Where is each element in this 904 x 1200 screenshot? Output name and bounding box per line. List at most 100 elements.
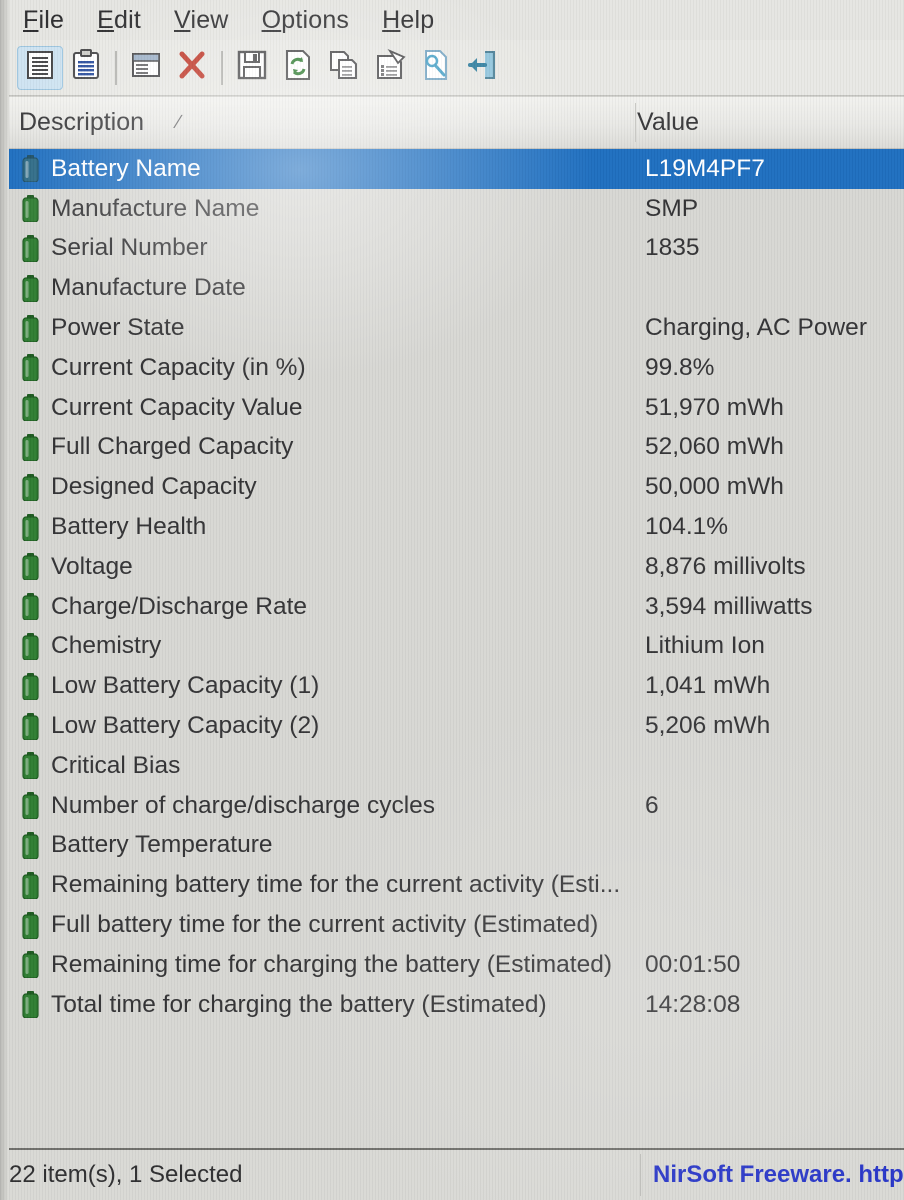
properties-window-button[interactable] [123,46,169,90]
open-export-icon [465,48,499,87]
row-description: Total time for charging the battery (Est… [51,990,547,1018]
row-description: Current Capacity (in %) [51,353,306,381]
battery-icon [21,871,40,899]
row-value: 14:28:08 [645,990,741,1018]
column-divider[interactable] [635,103,636,142]
row-value: 1835 [645,234,700,262]
row-value: 8,876 millivolts [645,552,806,580]
menu-label-help: elp [400,5,435,34]
battery-icon [21,831,40,859]
refresh-button[interactable] [275,46,321,90]
table-row[interactable]: Number of charge/discharge cycles 6 [9,786,904,826]
table-row[interactable]: Battery Name L19M4PF7 [9,149,904,189]
menu-item-help[interactable]: Help [382,6,434,35]
battery-icon [21,712,40,740]
toolbar [9,40,904,96]
table-row[interactable]: Low Battery Capacity (2) 5,206 mWh [9,706,904,746]
row-description: Charge/Discharge Rate [51,592,308,620]
battery-info-window: File Edit View Options Help Description ∕ Va… [0,0,904,1200]
battery-icon [21,593,40,621]
row-value: 50,000 mWh [645,473,784,501]
properties-button[interactable] [367,46,413,90]
html-report-button[interactable] [413,46,459,90]
list-header: Description ∕ Value [9,97,904,149]
menu-accel-edit: E [97,5,114,34]
row-value: L19M4PF7 [645,154,765,182]
menu-item-file[interactable]: File [23,6,64,35]
table-row[interactable]: Critical Bias [9,746,904,786]
refresh-page-icon [281,48,315,87]
table-row[interactable]: Manufacture Date [9,268,904,308]
table-row[interactable]: Remaining time for charging the battery … [9,945,904,985]
row-value: 3,594 milliwatts [645,592,813,620]
table-row[interactable]: Current Capacity (in %) 99.8% [9,348,904,388]
table-row[interactable]: Chemistry Lithium Ion [9,627,904,667]
menu-item-view[interactable]: View [174,6,229,35]
table-row[interactable]: Remaining battery time for the current a… [9,865,904,905]
table-row[interactable]: Battery Temperature [9,826,904,866]
copy-pages-icon [327,48,361,87]
table-row[interactable]: Total time for charging the battery (Est… [9,985,904,1025]
properties-icon [373,48,407,87]
sort-indicator-icon: ∕ [177,112,181,133]
clear-button[interactable] [169,46,215,90]
row-description: Manufacture Name [51,194,260,222]
clipboard-icon [69,48,103,87]
battery-icon [21,991,40,1019]
menu-accel-file: F [23,5,39,34]
table-row[interactable]: Designed Capacity 50,000 mWh [9,467,904,507]
table-row[interactable]: Full Charged Capacity 52,060 mWh [9,428,904,468]
battery-info-list[interactable]: Description ∕ Value Battery Name L19M4PF7… [9,97,904,1148]
open-folder-button[interactable] [459,46,505,90]
table-row[interactable]: Low Battery Capacity (1) 1,041 mWh [9,666,904,706]
menu-accel-view: V [174,5,191,34]
row-description: Chemistry [51,632,162,660]
row-value: 51,970 mWh [645,393,784,421]
table-row[interactable]: Battery Health 104.1% [9,507,904,547]
row-value: 1,041 mWh [645,672,771,700]
table-row[interactable]: Manufacture Name SMP [9,189,904,229]
list-document-icon [23,48,57,87]
row-description: Remaining time for charging the battery … [51,950,613,978]
table-row[interactable]: Full battery time for the current activi… [9,905,904,945]
table-row[interactable]: Charge/Discharge Rate 3,594 milliwatts [9,587,904,627]
row-description: Low Battery Capacity (1) [51,672,320,700]
row-value: 52,060 mWh [645,433,784,461]
row-description: Manufacture Date [51,274,246,302]
nirsoft-link[interactable]: NirSoft Freeware. http [653,1161,904,1189]
battery-icon [21,632,40,660]
battery-icon [21,752,40,780]
battery-icon [21,195,40,223]
row-description: Battery Temperature [51,831,273,859]
html-report-icon [419,48,453,87]
table-row[interactable]: Power State Charging, AC Power [9,308,904,348]
battery-log-view-button[interactable] [63,46,109,90]
row-value: SMP [645,194,699,222]
status-divider [640,1154,641,1196]
row-description: Remaining battery time for the current a… [51,871,621,899]
floppy-save-icon [235,48,269,87]
menu-item-options[interactable]: Options [262,6,350,35]
table-row[interactable]: Serial Number 1835 [9,229,904,269]
row-description: Full battery time for the current activi… [51,911,599,939]
row-description: Current Capacity Value [51,393,303,421]
row-description: Number of charge/discharge cycles [51,791,436,819]
column-header-value[interactable]: Value [637,108,699,137]
battery-information-view-button[interactable] [17,45,63,90]
window-icon [129,48,163,87]
row-value: Charging, AC Power [645,314,867,342]
row-value: 00:01:50 [645,950,741,978]
menu-label-options: ptions [281,5,350,34]
row-description: Designed Capacity [51,473,257,501]
table-row[interactable]: Current Capacity Value 51,970 mWh [9,388,904,428]
row-description: Power State [51,314,185,342]
row-description: Critical Bias [51,751,181,779]
table-row[interactable]: Voltage 8,876 millivolts [9,547,904,587]
save-button[interactable] [229,46,275,90]
separator-1 [115,50,117,85]
menu-item-edit[interactable]: Edit [97,6,141,35]
column-header-description[interactable]: Description [19,108,144,137]
status-item-count: 22 item(s), 1 Selected [9,1161,243,1188]
row-description: Low Battery Capacity (2) [51,712,320,740]
copy-button[interactable] [321,46,367,90]
